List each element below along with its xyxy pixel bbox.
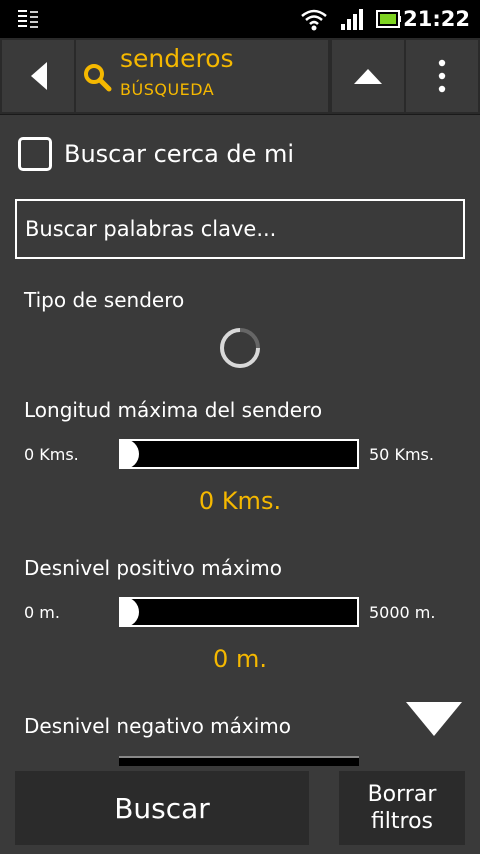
action-bar-subtitle: BÚSQUEDA [120, 80, 215, 99]
signal-icon [341, 9, 363, 30]
near-me-checkbox[interactable] [18, 137, 52, 171]
wifi-icon [301, 9, 327, 31]
status-time: 21:22 [403, 7, 470, 31]
max-positive-gain-min: 0 m. [24, 603, 60, 622]
trail-type-label: Tipo de sendero [24, 288, 185, 312]
max-length-slider[interactable] [119, 439, 359, 469]
collapse-up-button[interactable] [332, 40, 404, 112]
max-negative-gain-label: Desnivel negativo máximo [24, 714, 292, 738]
action-bar-title: senderos [120, 44, 234, 73]
max-length-max: 50 Kms. [369, 445, 434, 464]
max-positive-gain-max: 5000 m. [369, 603, 436, 622]
search-icon [84, 64, 112, 92]
bottom-button-bar: Buscar Borrar filtros [0, 766, 480, 854]
max-positive-gain-value: 0 m. [213, 645, 267, 673]
max-length-label: Longitud máxima del sendero [24, 398, 323, 422]
notification-icon [18, 10, 38, 28]
clear-filters-label: Borrar filtros [367, 781, 437, 835]
near-me-row[interactable]: Buscar cerca de mi [18, 134, 294, 174]
back-button[interactable] [2, 40, 74, 112]
max-positive-gain-slider[interactable] [119, 597, 359, 627]
keyword-search-input[interactable] [15, 199, 465, 259]
loading-spinner-icon [220, 328, 260, 368]
overflow-menu-button[interactable] [406, 40, 478, 112]
max-positive-gain-slider-thumb[interactable] [119, 597, 139, 627]
collapse-up-icon [354, 69, 382, 84]
status-bar: 21:22 [0, 0, 480, 38]
search-button[interactable]: Buscar [15, 771, 309, 845]
scroll-down-icon[interactable] [404, 700, 464, 740]
max-length-min: 0 Kms. [24, 445, 79, 464]
near-me-label: Buscar cerca de mi [64, 140, 295, 168]
max-length-slider-thumb[interactable] [119, 439, 139, 469]
clear-filters-button[interactable]: Borrar filtros [339, 771, 465, 845]
max-positive-gain-label: Desnivel positivo máximo [24, 556, 282, 580]
max-length-value: 0 Kms. [198, 487, 282, 515]
title-area[interactable]: senderos BÚSQUEDA [76, 40, 328, 112]
back-icon [31, 62, 47, 90]
action-bar: senderos BÚSQUEDA [0, 38, 480, 115]
battery-icon [376, 10, 401, 28]
overflow-menu-icon [438, 59, 446, 93]
